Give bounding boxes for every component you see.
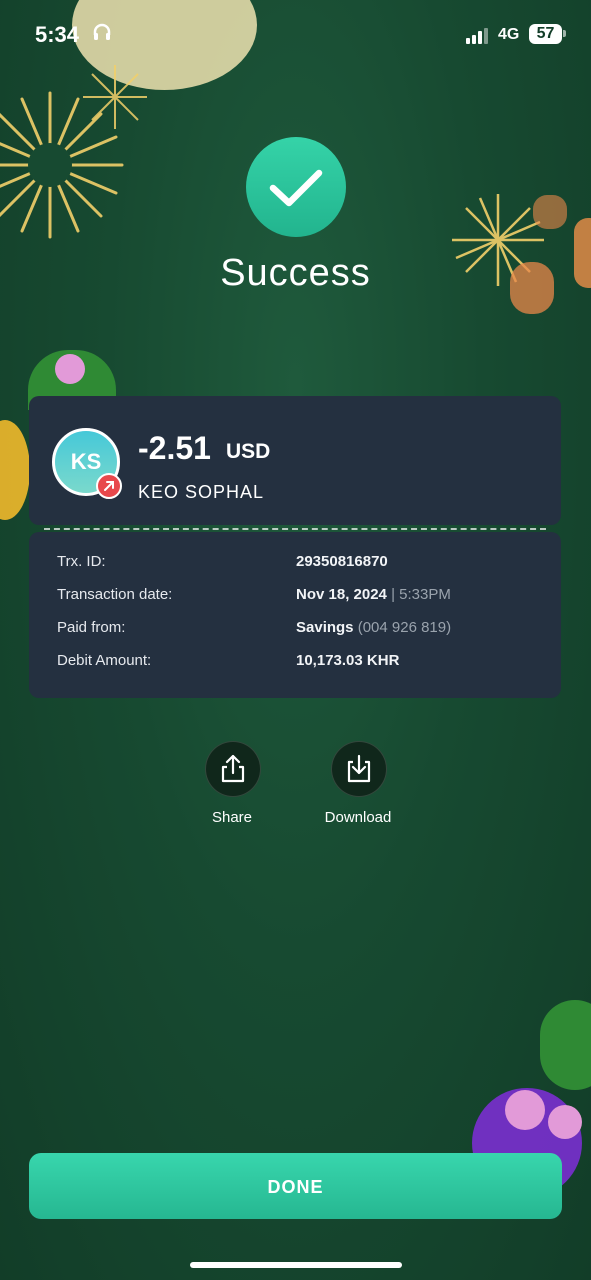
download-button[interactable] bbox=[331, 741, 387, 797]
flower-decoration bbox=[0, 420, 30, 520]
done-button[interactable]: DONE bbox=[29, 1153, 562, 1219]
share-icon bbox=[221, 754, 245, 783]
home-indicator bbox=[190, 1262, 402, 1268]
flower-decoration bbox=[55, 354, 85, 384]
headphones-icon bbox=[93, 23, 111, 40]
debit-amount-value: 10,173.03 KHR bbox=[296, 652, 400, 669]
trx-id-label: Trx. ID: bbox=[57, 553, 106, 570]
trx-id-value: 29350816870 bbox=[296, 553, 388, 570]
lantern-decoration bbox=[533, 195, 567, 229]
success-check-icon bbox=[246, 137, 346, 237]
payee-name: KEO SOPHAL bbox=[138, 482, 265, 502]
transfer-amount: -2.51 bbox=[138, 430, 211, 466]
firework-decoration-small bbox=[83, 65, 147, 129]
page-title: Success bbox=[220, 252, 371, 294]
transaction-date: Nov 18, 2024 bbox=[296, 586, 387, 603]
debit-amount-label: Debit Amount: bbox=[57, 652, 152, 669]
status-bar: 5:34 4G 57 bbox=[0, 0, 591, 70]
share-button[interactable] bbox=[205, 741, 261, 797]
paid-from-account-number: (004 926 819) bbox=[357, 619, 452, 636]
paid-from-value: Savings (004 926 819) bbox=[296, 619, 451, 636]
paid-from-account-type: Savings bbox=[296, 619, 354, 636]
dashed-divider bbox=[44, 528, 546, 530]
paid-from-label: Paid from: bbox=[57, 619, 126, 636]
flower-decoration bbox=[540, 1000, 591, 1090]
battery-nub bbox=[563, 30, 566, 37]
signal-icon bbox=[466, 28, 488, 44]
network-type: 4G bbox=[498, 26, 520, 43]
share-label[interactable]: Share bbox=[172, 809, 292, 826]
firework-decoration-left bbox=[0, 91, 124, 239]
transaction-date-label: Transaction date: bbox=[57, 586, 173, 603]
transaction-details-card bbox=[29, 532, 561, 698]
outgoing-arrow-icon bbox=[96, 473, 122, 499]
download-icon bbox=[347, 754, 371, 783]
battery-icon: 57 bbox=[529, 24, 562, 44]
transfer-currency: USD bbox=[226, 440, 271, 463]
transaction-date-value: Nov 18, 2024 | 5:33PM bbox=[296, 586, 451, 603]
flower-decoration bbox=[505, 1090, 545, 1130]
status-time: 5:34 bbox=[35, 22, 80, 47]
transaction-time: | 5:33PM bbox=[391, 586, 451, 603]
flower-decoration bbox=[548, 1105, 582, 1139]
download-label[interactable]: Download bbox=[298, 809, 418, 826]
